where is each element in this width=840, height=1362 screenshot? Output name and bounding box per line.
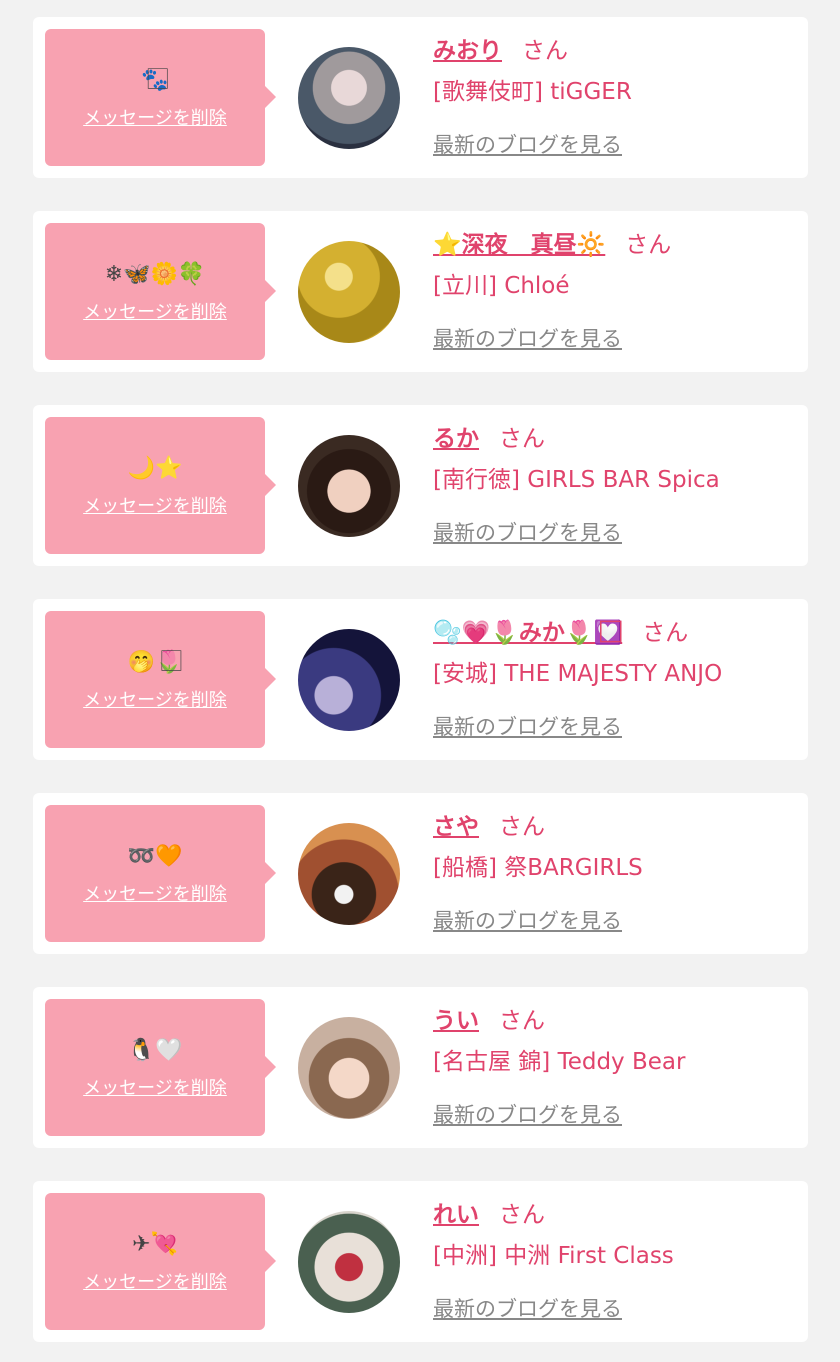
latest-blog-link[interactable]: 最新のブログを見る <box>433 129 622 159</box>
profile-name-link[interactable]: みおり <box>433 38 502 64</box>
shop-name: [安城] THE MAJESTY ANJO <box>433 661 723 687</box>
delete-message-link[interactable]: メッセージを削除 <box>83 492 227 518</box>
message-bubble: 🐧🤍 メッセージを削除 <box>45 999 276 1136</box>
profile-info: ⭐深夜 真昼🔆 さん [立川] Chloé 最新のブログを見る <box>433 225 803 353</box>
profile-name-link[interactable]: るか <box>433 426 479 452</box>
message-card: ➿🧡 メッセージを削除 さや さん [船橋] 祭BARGIRLS 最新のブログを見… <box>33 793 808 954</box>
profile-info: れい さん [中洲] 中洲 First Class 最新のブログを見る <box>433 1195 803 1323</box>
message-bubble: ❄🦋🌼🍀 メッセージを削除 <box>45 223 276 360</box>
shop-name: [名古屋 錦] Teddy Bear <box>433 1049 686 1075</box>
message-card: 🌙⭐ メッセージを削除 るか さん [南行徳] GIRLS BAR Spica 最… <box>33 405 808 566</box>
avatar[interactable] <box>298 629 400 731</box>
delete-message-link[interactable]: メッセージを削除 <box>83 1074 227 1100</box>
profile-info: うい さん [名古屋 錦] Teddy Bear 最新のブログを見る <box>433 1001 803 1129</box>
delete-message-link[interactable]: メッセージを削除 <box>83 880 227 906</box>
honorific: さん <box>642 620 689 646</box>
honorific: さん <box>499 1008 545 1034</box>
latest-blog-link[interactable]: 最新のブログを見る <box>433 1099 622 1129</box>
message-card: ❄🦋🌼🍀 メッセージを削除 ⭐深夜 真昼🔆 さん [立川] Chloé 最新のブロ… <box>33 211 808 372</box>
message-emoji: 🌙⭐ <box>127 455 183 481</box>
delete-message-link[interactable]: メッセージを削除 <box>83 104 227 130</box>
avatar[interactable] <box>298 241 400 343</box>
message-bubble: ➿🧡 メッセージを削除 <box>45 805 276 942</box>
shop-name: [南行徳] GIRLS BAR Spica <box>433 467 720 493</box>
shop-name: [船橋] 祭BARGIRLS <box>433 855 643 881</box>
delete-message-link[interactable]: メッセージを削除 <box>83 298 227 324</box>
profile-name-link[interactable]: さや <box>433 814 479 840</box>
shop-name: [中洲] 中洲 First Class <box>433 1243 674 1269</box>
profile-info: みおり さん [歌舞伎町] tiGGER 最新のブログを見る <box>433 31 803 159</box>
profile-name-link[interactable]: 🫧💗🌷みか🌷💟⃞ <box>433 620 622 646</box>
message-emoji: ✈💘 <box>132 1231 178 1257</box>
shop-name: [歌舞伎町] tiGGER <box>433 79 632 105</box>
message-card: 🤭🌷⃞ メッセージを削除 🫧💗🌷みか🌷💟⃞ さん [安城] THE MAJESTY… <box>33 599 808 760</box>
profile-info: 🫧💗🌷みか🌷💟⃞ さん [安城] THE MAJESTY ANJO 最新のブログを… <box>433 613 803 741</box>
message-bubble: 🐾⃞ メッセージを削除 <box>45 29 276 166</box>
message-emoji: ❄🦋🌼🍀 <box>104 261 206 287</box>
delete-message-link[interactable]: メッセージを削除 <box>83 686 227 712</box>
message-card: ✈💘 メッセージを削除 れい さん [中洲] 中洲 First Class 最新の… <box>33 1181 808 1342</box>
honorific: さん <box>625 232 672 258</box>
message-bubble: ✈💘 メッセージを削除 <box>45 1193 276 1330</box>
message-bubble: 🌙⭐ メッセージを削除 <box>45 417 276 554</box>
delete-message-link[interactable]: メッセージを削除 <box>83 1268 227 1294</box>
message-emoji: 🤭🌷⃞ <box>127 649 183 675</box>
message-emoji: ➿🧡 <box>127 843 183 869</box>
avatar[interactable] <box>298 1017 400 1119</box>
profile-name-link[interactable]: れい <box>433 1202 479 1228</box>
latest-blog-link[interactable]: 最新のブログを見る <box>433 323 622 353</box>
latest-blog-link[interactable]: 最新のブログを見る <box>433 905 622 935</box>
latest-blog-link[interactable]: 最新のブログを見る <box>433 711 622 741</box>
honorific: さん <box>499 426 545 452</box>
honorific: さん <box>499 1202 545 1228</box>
profile-name-link[interactable]: ⭐深夜 真昼🔆 <box>433 232 605 258</box>
avatar[interactable] <box>298 435 400 537</box>
honorific: さん <box>499 814 545 840</box>
shop-name: [立川] Chloé <box>433 273 570 299</box>
avatar[interactable] <box>298 823 400 925</box>
message-bubble: 🤭🌷⃞ メッセージを削除 <box>45 611 276 748</box>
latest-blog-link[interactable]: 最新のブログを見る <box>433 1293 622 1323</box>
message-card: 🐧🤍 メッセージを削除 うい さん [名古屋 錦] Teddy Bear 最新のブ… <box>33 987 808 1148</box>
honorific: さん <box>522 38 568 64</box>
message-emoji: 🐾⃞ <box>141 67 169 93</box>
profile-info: さや さん [船橋] 祭BARGIRLS 最新のブログを見る <box>433 807 803 935</box>
message-emoji: 🐧🤍 <box>127 1037 183 1063</box>
profile-name-link[interactable]: うい <box>433 1008 479 1034</box>
latest-blog-link[interactable]: 最新のブログを見る <box>433 517 622 547</box>
profile-info: るか さん [南行徳] GIRLS BAR Spica 最新のブログを見る <box>433 419 803 547</box>
message-card: 🐾⃞ メッセージを削除 みおり さん [歌舞伎町] tiGGER 最新のブログを見… <box>33 17 808 178</box>
avatar[interactable] <box>298 1211 400 1313</box>
avatar[interactable] <box>298 47 400 149</box>
